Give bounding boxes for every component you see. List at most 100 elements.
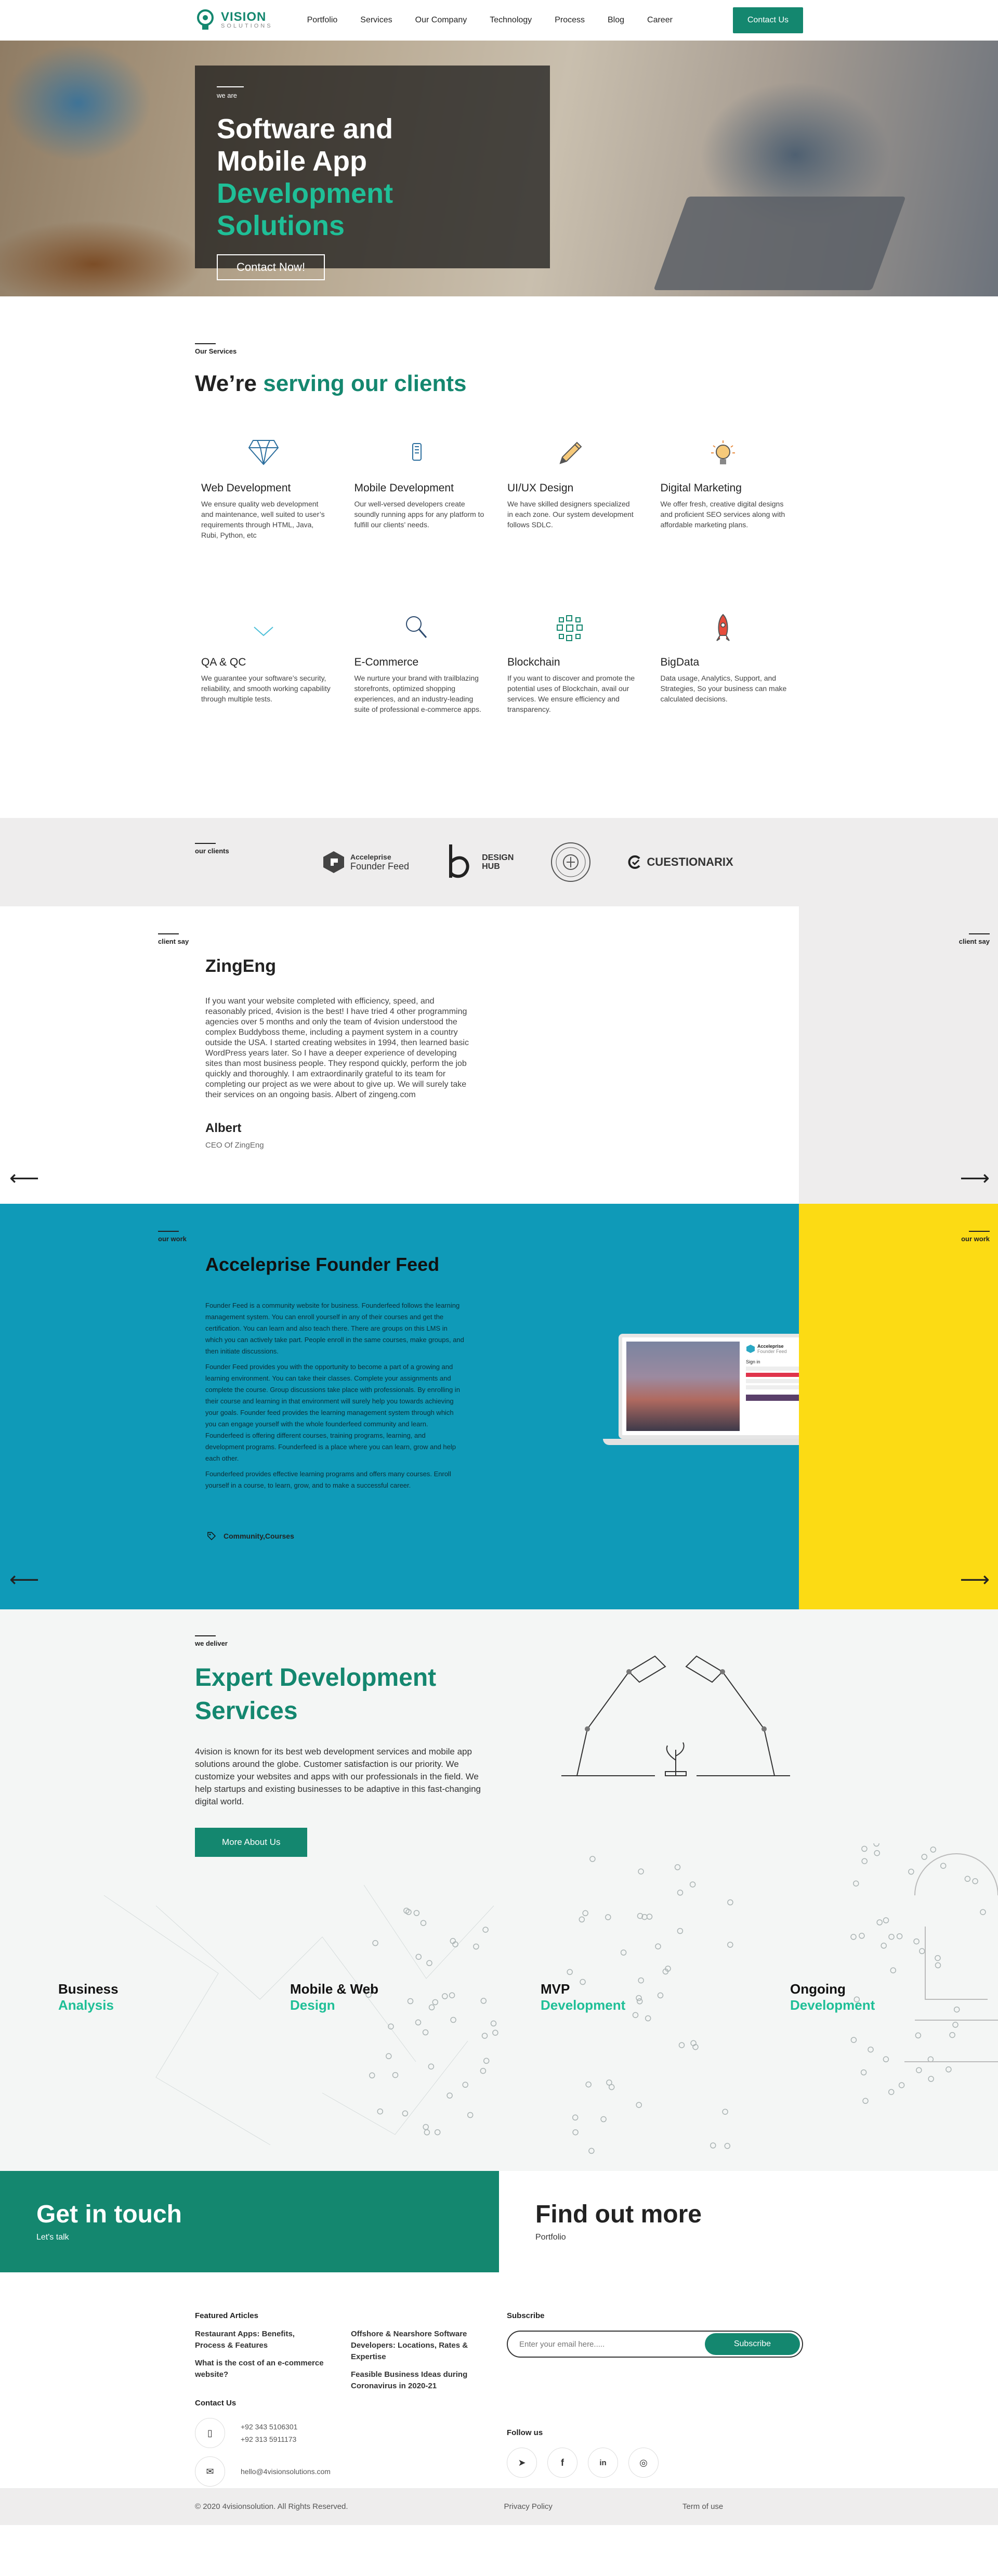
kicker-line — [158, 1231, 179, 1232]
nav-our-company[interactable]: Our Company — [415, 16, 467, 25]
service-desc: We offer fresh, creative digital designs… — [660, 500, 785, 529]
decor-dot — [850, 2037, 857, 2043]
decor-dot — [935, 1962, 941, 1969]
contact-phone-row: ▯ +92 343 5106301 +92 313 5911173 — [195, 2418, 331, 2448]
decor-dot — [434, 2129, 441, 2136]
services-title-highlight: serving our clients — [263, 371, 467, 396]
testimonial-company: ZingEng — [205, 956, 276, 976]
prev-arrow-icon[interactable]: ⟵ — [9, 1166, 39, 1190]
decor-dot — [450, 2016, 456, 2023]
subscribe-button[interactable]: Subscribe — [704, 2333, 800, 2355]
brand-tagline: SOLUTIONS — [221, 23, 273, 29]
contact-email-row: ✉ hello@4visionsolutions.com — [195, 2456, 331, 2487]
decor-dot — [424, 2129, 430, 2136]
decor-dot — [868, 2046, 874, 2053]
client-logo-seal[interactable] — [550, 841, 592, 883]
client-logo-design-hub[interactable]: DESIGN HUB — [445, 841, 514, 883]
linkedin-icon[interactable]: in — [588, 2448, 618, 2478]
nav-portfolio[interactable]: Portfolio — [307, 16, 338, 25]
service-card-blockchain[interactable]: Blockchain If you want to discover and p… — [507, 613, 650, 787]
email-subscribe-input[interactable] — [510, 2339, 705, 2349]
get-in-touch-panel[interactable]: Get in touch Let's talk — [0, 2171, 499, 2272]
decor-dot — [645, 2015, 651, 2022]
service-card-qa-qc[interactable]: QA & QC We guarantee your software’s sec… — [201, 613, 344, 787]
deliver-title: Expert Development Services — [195, 1661, 465, 1728]
telegram-icon[interactable]: ➤ — [507, 2448, 537, 2478]
footer-bottom-bar: © 2020 4visionsolution. All Rights Reser… — [0, 2488, 998, 2525]
next-arrow-icon[interactable]: ⟶ — [960, 1166, 990, 1190]
next-arrow-icon[interactable]: ⟶ — [960, 1568, 990, 1592]
service-card-digital-marketing[interactable]: Digital Marketing We offer fresh, creati… — [661, 438, 804, 613]
network-icon — [507, 613, 632, 644]
client-logo-acceleprise[interactable]: Acceleprise Founder Feed — [322, 850, 409, 874]
find-out-more-title: Find out more — [535, 2201, 702, 2228]
testimonial-next-panel: client say ⟶ — [799, 906, 998, 1204]
article-link[interactable]: What is the cost of an e-commerce websit… — [195, 2358, 325, 2380]
service-name: E-Commerce — [354, 656, 419, 668]
work-tags[interactable]: Community,Courses — [207, 1531, 294, 1541]
testimonial-slider: client say ZingEng If you want your webs… — [0, 906, 998, 1204]
phase-title: Mobile & Web — [290, 1981, 378, 1997]
service-desc: We nurture your brand with trailblazing … — [354, 674, 481, 713]
client-sub: HUB — [482, 862, 500, 871]
phone-number[interactable]: +92 343 5106301 — [241, 2421, 297, 2433]
service-card-bigdata[interactable]: BigData Data usage, Analytics, Support, … — [661, 613, 804, 787]
services-section: Our Services We’re serving our clients W… — [0, 296, 998, 818]
nav-career[interactable]: Career — [647, 16, 673, 25]
facebook-icon[interactable]: f — [547, 2448, 577, 2478]
decor-dot — [964, 1876, 971, 1882]
decor-dot — [423, 2124, 429, 2130]
article-link[interactable]: Restaurant Apps: Benefits, Process & Fea… — [195, 2328, 325, 2351]
terms-of-use-link[interactable]: Term of use — [682, 2502, 723, 2511]
instagram-icon[interactable]: ◎ — [628, 2448, 659, 2478]
privacy-policy-link[interactable]: Privacy Policy — [504, 2502, 553, 2511]
contact-us-button[interactable]: Contact Us — [732, 7, 803, 33]
decor-dot — [888, 1933, 895, 1940]
service-desc: Data usage, Analytics, Support, and Stra… — [660, 674, 787, 703]
kicker-line — [195, 843, 216, 844]
clients-kicker-block: our clients — [195, 843, 229, 855]
article-link[interactable]: Feasible Business Ideas during Coronavir… — [351, 2369, 481, 2392]
phone-number[interactable]: +92 313 5911173 — [241, 2433, 297, 2445]
nav-services[interactable]: Services — [360, 16, 392, 25]
decor-dot — [722, 2109, 728, 2115]
decor-dot — [579, 1916, 585, 1923]
email-address[interactable]: hello@4visionsolutions.com — [241, 2465, 331, 2478]
decor-dot — [850, 1934, 857, 1940]
device-brand: Acceleprise — [757, 1344, 784, 1349]
decor-dot — [710, 2142, 716, 2149]
decor-dot — [677, 1928, 684, 1934]
testimonial-quote: If you want your website completed with … — [205, 997, 469, 1099]
decor-dot — [860, 2069, 867, 2076]
portfolio-link[interactable]: Portfolio — [535, 2233, 998, 2242]
decor-dot — [467, 2112, 474, 2118]
decor-dot — [953, 2006, 960, 2013]
featured-articles: Featured Articles Restaurant Apps: Benef… — [195, 2311, 481, 2392]
decor-dot — [415, 2019, 422, 2026]
deliver-text: 4vision is known for its best web develo… — [195, 1747, 481, 1806]
client-sub: Founder Feed — [350, 861, 410, 871]
nav-blog[interactable]: Blog — [608, 16, 624, 25]
service-card-ui-ux-design[interactable]: UI/UX Design We have skilled designers s… — [507, 438, 650, 613]
decor-dot — [426, 1960, 432, 1967]
decor-dot — [369, 2072, 375, 2079]
decor-dot — [927, 2056, 934, 2063]
find-out-more-panel[interactable]: Find out more Portfolio — [499, 2171, 998, 2272]
decor-dot — [657, 1992, 664, 1999]
article-link[interactable]: Offshore & Nearshore Software Developers… — [351, 2328, 481, 2363]
service-card-web-development[interactable]: Web Development We ensure quality web de… — [201, 438, 344, 613]
decor-dot — [402, 2110, 409, 2117]
kicker-line — [195, 1635, 216, 1636]
decor-dot — [428, 2004, 435, 2011]
service-card-e-commerce[interactable]: E-Commerce We nurture your brand with tr… — [354, 613, 497, 787]
phase-business-analysis: Business Analysis — [58, 1981, 119, 2013]
nav-technology[interactable]: Technology — [490, 16, 532, 25]
contact-now-button[interactable]: Contact Now! — [217, 254, 325, 280]
prev-arrow-icon[interactable]: ⟵ — [9, 1568, 39, 1592]
nav-process[interactable]: Process — [555, 16, 585, 25]
lets-talk-link[interactable]: Let's talk — [36, 2233, 499, 2242]
brand-logo[interactable]: VISION SOLUTIONS — [195, 9, 273, 32]
client-logo-cuestionarix[interactable]: CUESTIONARIX — [628, 855, 733, 869]
service-desc: We have skilled designers specialized in… — [507, 500, 634, 529]
service-card-mobile-development[interactable]: Mobile Development Our well-versed devel… — [354, 438, 497, 613]
